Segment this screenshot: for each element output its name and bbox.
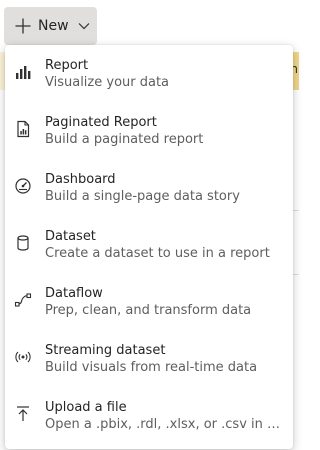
menu-item-paginated-report[interactable]: Paginated Report Build a paginated repor… bbox=[5, 104, 293, 161]
menu-item-streaming-dataset[interactable]: Streaming dataset Build visuals from rea… bbox=[5, 332, 293, 389]
new-button-label: New bbox=[38, 18, 69, 34]
new-item-menu: Report Visualize your data Paginated Rep… bbox=[5, 45, 293, 449]
streaming-icon bbox=[14, 348, 32, 366]
menu-item-description: Prep, clean, and transform data bbox=[45, 303, 252, 318]
dashboard-gauge-icon bbox=[14, 177, 32, 195]
menu-item-title: Dataflow bbox=[45, 286, 103, 301]
menu-item-report[interactable]: Report Visualize your data bbox=[5, 47, 293, 104]
menu-item-dashboard[interactable]: Dashboard Build a single-page data story bbox=[5, 161, 293, 218]
bar-chart-icon bbox=[14, 63, 32, 81]
menu-item-title: Dashboard bbox=[45, 172, 116, 187]
menu-item-title: Streaming dataset bbox=[45, 343, 166, 358]
dataflow-icon bbox=[14, 291, 32, 309]
menu-item-title: Upload a file bbox=[45, 400, 127, 415]
menu-item-dataset[interactable]: Dataset Create a dataset to use in a rep… bbox=[5, 218, 293, 275]
menu-item-description: Visualize your data bbox=[45, 75, 170, 90]
chevron-down-icon bbox=[78, 22, 90, 30]
menu-item-title: Dataset bbox=[45, 229, 96, 244]
menu-item-description: Build a paginated report bbox=[45, 132, 204, 147]
menu-item-description: Open a .pbix, .rdl, .xlsx, or .csv in Po… bbox=[45, 417, 285, 432]
menu-item-description: Build a single-page data story bbox=[45, 189, 240, 204]
menu-item-upload-file[interactable]: Upload a file Open a .pbix, .rdl, .xlsx,… bbox=[5, 389, 293, 446]
plus-icon bbox=[14, 17, 32, 35]
database-icon bbox=[14, 234, 32, 252]
paginated-report-icon bbox=[14, 120, 32, 138]
menu-item-title: Paginated Report bbox=[45, 115, 157, 130]
new-button[interactable]: New bbox=[4, 7, 97, 45]
menu-item-dataflow[interactable]: Dataflow Prep, clean, and transform data bbox=[5, 275, 293, 332]
menu-item-description: Create a dataset to use in a report bbox=[45, 246, 270, 261]
upload-icon bbox=[14, 405, 32, 423]
menu-item-description: Build visuals from real-time data bbox=[45, 360, 258, 375]
menu-item-title: Report bbox=[45, 58, 89, 73]
page: n New Report Visualize your data Paginat… bbox=[0, 0, 299, 450]
